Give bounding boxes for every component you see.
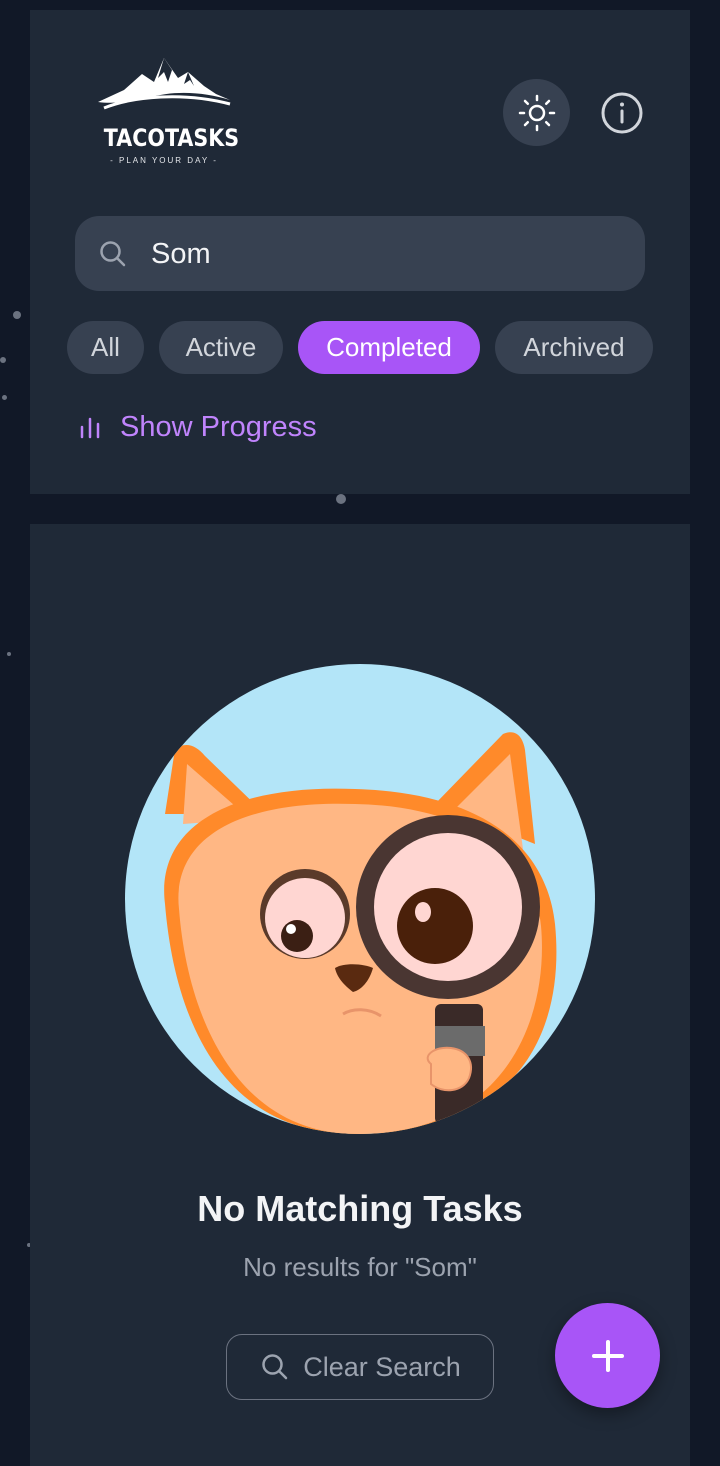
- filter-active-label: Active: [185, 332, 257, 362]
- search-input[interactable]: [149, 230, 623, 278]
- app-logo: TACOTASKS - PLAN YOUR DAY -: [94, 56, 240, 176]
- clear-search-label: Clear Search: [303, 1351, 461, 1382]
- info-button[interactable]: [596, 90, 648, 136]
- logo-title: TACOTASKS: [103, 124, 240, 152]
- add-task-button[interactable]: [555, 1303, 660, 1408]
- filter-completed-label: Completed: [326, 332, 452, 362]
- show-progress-button[interactable]: Show Progress: [78, 407, 317, 447]
- mountain-icon: [98, 58, 231, 110]
- theme-toggle-button[interactable]: [503, 79, 570, 146]
- header-card: TACOTASKS - PLAN YOUR DAY - Som All Acti…: [30, 10, 690, 494]
- filter-archived[interactable]: Archived: [495, 321, 653, 374]
- filter-all[interactable]: All: [67, 321, 144, 374]
- filter-active[interactable]: Active: [159, 321, 283, 374]
- empty-state-title: No Matching Tasks: [197, 1188, 523, 1229]
- logo-subtitle: - PLAN YOUR DAY -: [110, 156, 218, 165]
- search-bar: [75, 216, 645, 291]
- sun-icon: [518, 94, 555, 131]
- show-progress-label: Show Progress: [120, 410, 317, 443]
- filter-completed[interactable]: Completed: [298, 321, 480, 374]
- cat-magnifier-illustration: [125, 664, 595, 1134]
- plus-icon: [591, 1339, 624, 1372]
- info-icon: [601, 92, 643, 134]
- search-icon: [262, 1354, 288, 1380]
- search-icon: [100, 241, 126, 267]
- filter-archived-label: Archived: [523, 332, 625, 362]
- clear-search-button[interactable]: Clear Search: [226, 1334, 494, 1400]
- empty-state-subtitle: No results for "Som": [243, 1252, 477, 1282]
- filter-all-label: All: [91, 332, 120, 362]
- bar-chart-icon: [80, 417, 100, 439]
